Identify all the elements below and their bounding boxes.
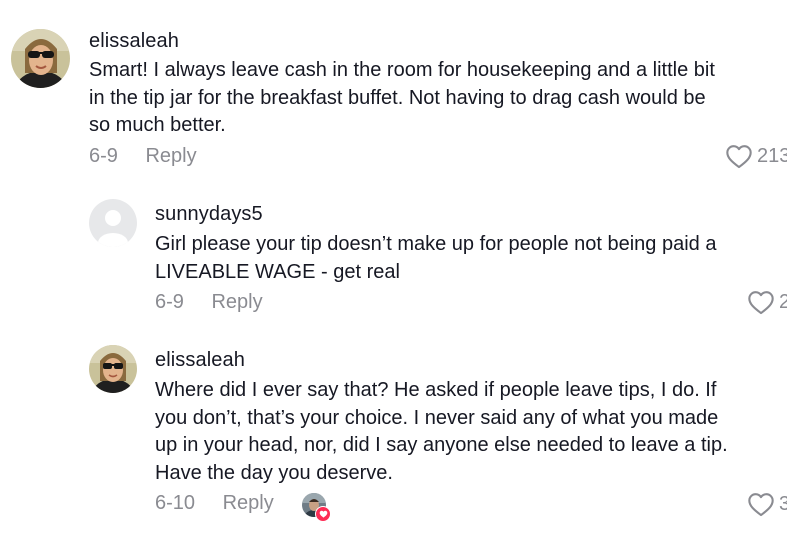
reply-button[interactable]: Reply: [223, 492, 274, 515]
like-count: 3: [779, 492, 787, 515]
like-button[interactable]: 3: [747, 491, 787, 517]
comment-text-line: you don’t, that’s your choice. I never s…: [155, 406, 719, 429]
comment-text-line: up in your head, nor, did I say anyone e…: [155, 434, 728, 456]
comment-text-line: Have the day you deserve.: [155, 461, 393, 484]
reply-comment: elissaleah Where did I ever say that? He…: [0, 0, 787, 534]
comment-text: Where did I ever say that? He asked if p…: [155, 377, 728, 487]
comment-meta: 6-10 Reply: [155, 492, 274, 515]
comment-date: 6-10: [155, 492, 196, 514]
creator-liked-badge: [302, 493, 331, 522]
comments-panel: elissaleah Smart! I always leave cash in…: [0, 0, 787, 534]
heart-filled-icon: [315, 506, 331, 522]
comment-username[interactable]: elissaleah: [155, 349, 245, 372]
heart-outline-icon: [748, 493, 774, 517]
comment-text-line: Where did I ever say that? He asked if p…: [155, 379, 717, 401]
avatar[interactable]: [89, 345, 137, 393]
